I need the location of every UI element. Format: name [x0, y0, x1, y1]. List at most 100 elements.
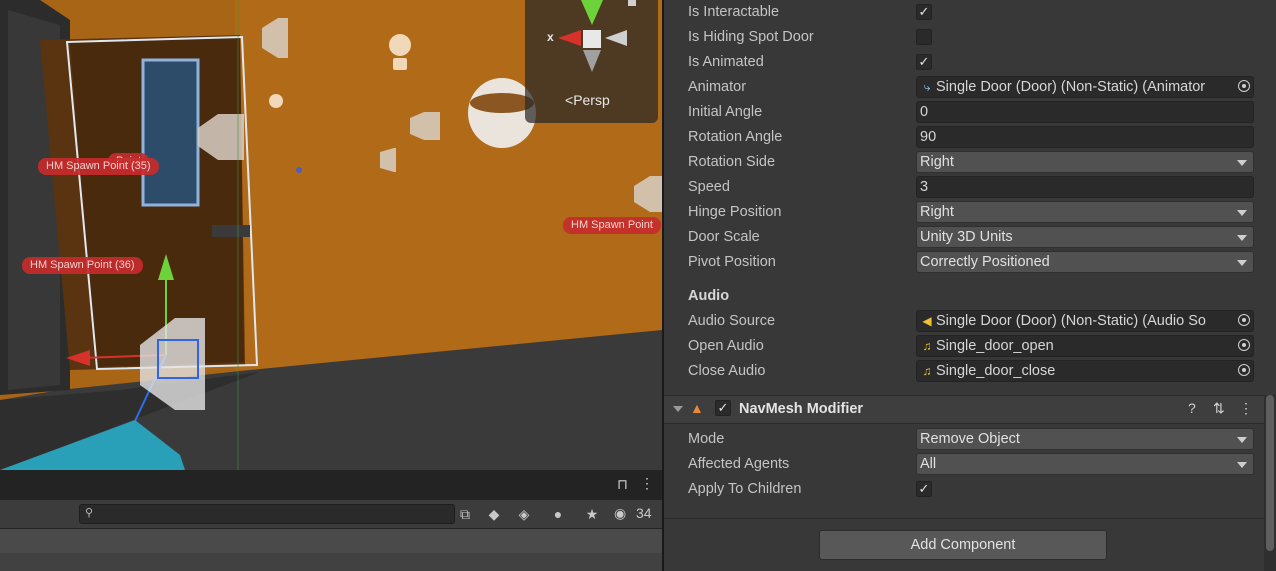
door-handle: [212, 225, 250, 237]
persp-label: Persp: [573, 92, 610, 108]
spawn-point-label: HM Spawn Point (35): [38, 158, 159, 175]
spawn-point-label: HM Spawn Point: [563, 217, 661, 234]
dropdown-arrow-icon: [1237, 462, 1247, 468]
more-options-icon[interactable]: ⋮: [640, 475, 654, 492]
mode-label: Mode: [688, 431, 725, 447]
rotation-side-dropdown[interactable]: Right: [916, 151, 1254, 173]
eye-icon[interactable]: ◉: [614, 505, 626, 522]
axis-cone-icon[interactable]: [525, 0, 658, 90]
search-icon: ⚲: [85, 507, 94, 519]
navmesh-icon: ▲: [690, 400, 704, 416]
light-icon-small: [269, 94, 283, 108]
favorite-star-icon[interactable]: ★: [582, 504, 602, 524]
project-toolbar: ⚲ ⧉ ◆ ◈ ● ★ ◉ 34: [0, 500, 662, 529]
object-picker-icon[interactable]: [1238, 339, 1250, 351]
dropdown-arrow-icon: [1237, 437, 1247, 443]
navmesh-modifier-header[interactable]: ▲ ✓ NavMesh Modifier ? ⇅ ⋮: [664, 395, 1264, 424]
speed-input[interactable]: 3: [916, 176, 1254, 198]
project-list-row[interactable]: [0, 529, 662, 553]
component-title: NavMesh Modifier: [739, 401, 864, 417]
rotation-side-value: Right: [920, 154, 954, 170]
persp-arrow-icon: <: [565, 92, 574, 108]
lock-icon[interactable]: ⊓: [617, 476, 628, 493]
audio-source-icon: ◀: [922, 314, 932, 328]
presets-icon[interactable]: ⇅: [1213, 400, 1225, 417]
persp-toggle[interactable]: <Persp: [565, 92, 610, 108]
open-audio-label: Open Audio: [688, 338, 764, 354]
filter-by-label-icon[interactable]: ◈: [514, 504, 534, 524]
open-audio-value: Single_door_open: [936, 338, 1054, 354]
dropdown-arrow-icon: [1237, 260, 1247, 266]
hidden-packages-count: 34: [636, 505, 652, 521]
pivot-position-dropdown[interactable]: Correctly Positioned: [916, 251, 1254, 273]
object-picker-icon[interactable]: [1238, 364, 1250, 376]
door-window: [141, 58, 200, 207]
scrollbar-thumb[interactable]: [1266, 395, 1274, 551]
door-scale-value: Unity 3D Units: [920, 229, 1013, 245]
inspector-panel: Is Interactable ✓ Is Hiding Spot Door Is…: [664, 0, 1276, 571]
audio-section-title: Audio: [688, 288, 730, 304]
object-picker-icon[interactable]: [1238, 314, 1250, 326]
close-audio-field[interactable]: ♫ Single_door_close: [916, 360, 1254, 382]
hinge-position-dropdown[interactable]: Right: [916, 201, 1254, 223]
component-enabled-checkbox[interactable]: ✓: [715, 400, 731, 416]
door-scale-dropdown[interactable]: Unity 3D Units: [916, 226, 1254, 248]
component-menu-icon[interactable]: ⋮: [1239, 400, 1253, 417]
door-scale-label: Door Scale: [688, 229, 760, 245]
animator-object-field[interactable]: ⤷ Single Door (Door) (Non-Static) (Animat…: [916, 76, 1254, 98]
apply-to-children-checkbox[interactable]: ✓: [916, 481, 932, 497]
inspector-scrollbar[interactable]: [1264, 395, 1276, 571]
audio-clip-icon: ♫: [922, 364, 932, 378]
gizmo-x-label: x: [547, 30, 554, 44]
is-hiding-spot-checkbox[interactable]: [916, 29, 932, 45]
affected-agents-dropdown[interactable]: All: [916, 453, 1254, 475]
initial-angle-input[interactable]: 0: [916, 101, 1254, 123]
mode-dropdown[interactable]: Remove Object: [916, 428, 1254, 450]
dropdown-arrow-icon: [1237, 210, 1247, 216]
close-audio-label: Close Audio: [688, 363, 766, 379]
help-icon[interactable]: ?: [1188, 400, 1196, 416]
orientation-gizmo[interactable]: x <Persp: [525, 0, 658, 123]
component-separator: [664, 518, 1264, 519]
is-animated-label: Is Animated: [688, 54, 764, 70]
error-filter-icon[interactable]: ●: [548, 504, 568, 524]
affected-agents-value: All: [920, 456, 937, 472]
pivot-point: [296, 167, 302, 173]
pivot-position-value: Correctly Positioned: [920, 254, 1050, 270]
add-component-button[interactable]: Add Component: [819, 530, 1107, 560]
audio-clip-icon: ♫: [922, 339, 932, 353]
apply-to-children-label: Apply To Children: [688, 481, 802, 497]
is-animated-checkbox[interactable]: ✓: [916, 54, 932, 70]
rotation-side-label: Rotation Side: [688, 154, 776, 170]
is-interactable-checkbox[interactable]: ✓: [916, 4, 932, 20]
hinge-position-label: Hinge Position: [688, 204, 782, 220]
dropdown-arrow-icon: [1237, 235, 1247, 241]
search-by-type-icon[interactable]: ⧉: [455, 504, 475, 524]
is-hiding-spot-label: Is Hiding Spot Door: [688, 29, 814, 45]
audio-source-value: Single Door (Door) (Non-Static) (Audio S…: [936, 313, 1206, 329]
close-audio-value: Single_door_close: [936, 363, 1056, 379]
initial-angle-label: Initial Angle: [688, 104, 763, 120]
filter-by-type-icon[interactable]: ◆: [484, 504, 504, 524]
rotation-angle-input[interactable]: 90: [916, 126, 1254, 148]
hinge-position-value: Right: [920, 204, 954, 220]
open-audio-field[interactable]: ♫ Single_door_open: [916, 335, 1254, 357]
project-search-input[interactable]: ⚲: [79, 504, 455, 524]
scene-view[interactable]: Point HM Spawn Point (35) HM Spawn Point…: [0, 0, 662, 470]
dropdown-arrow-icon: [1237, 160, 1247, 166]
is-interactable-label: Is Interactable: [688, 4, 780, 20]
spawn-point-label: HM Spawn Point (36): [22, 257, 143, 274]
mode-value: Remove Object: [920, 431, 1020, 447]
object-picker-icon[interactable]: [1238, 80, 1250, 92]
audio-source-label: Audio Source: [688, 313, 776, 329]
animator-value: Single Door (Door) (Non-Static) (Animato…: [936, 79, 1206, 95]
pivot-position-label: Pivot Position: [688, 254, 776, 270]
animator-label: Animator: [688, 79, 747, 95]
audio-source-field[interactable]: ◀ Single Door (Door) (Non-Static) (Audio …: [916, 310, 1254, 332]
project-panel-header: ⊓ ⋮: [0, 470, 662, 500]
affected-agents-label: Affected Agents: [688, 456, 790, 472]
rotation-angle-label: Rotation Angle: [688, 129, 783, 145]
animator-icon: ⤷: [923, 80, 931, 94]
speed-label: Speed: [688, 179, 730, 195]
foldout-arrow-icon[interactable]: [673, 406, 683, 412]
